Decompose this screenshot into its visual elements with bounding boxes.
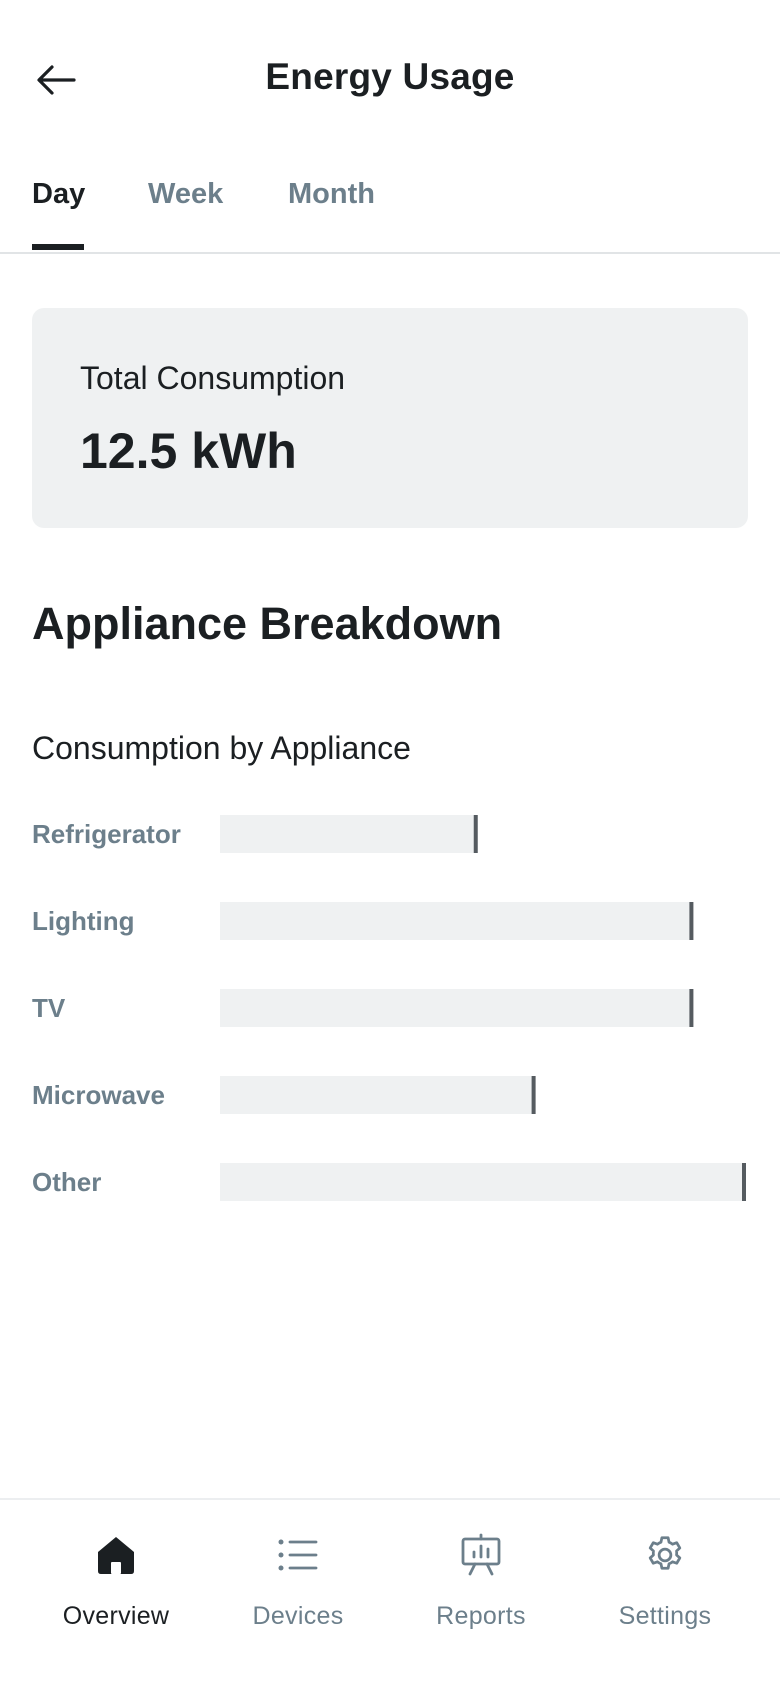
chart-title: Consumption by Appliance (32, 730, 411, 766)
appliance-bar-chart: Refrigerator Lighting TV Microwave Other (32, 815, 746, 1201)
bar-end-marker (742, 1163, 746, 1201)
list-icon (278, 1539, 318, 1571)
bar-end-marker (689, 989, 694, 1027)
nav-reports-label: Reports (436, 1602, 526, 1630)
bar-end-marker (473, 815, 478, 853)
nav-reports[interactable]: Reports (401, 1530, 561, 1631)
total-consumption-label: Total Consumption (80, 360, 346, 396)
home-icon (98, 1537, 134, 1574)
tab-month[interactable]: Month (288, 178, 375, 211)
tab-week[interactable]: Week (148, 178, 223, 211)
bottom-nav: Overview Devices Reports Settings (0, 1498, 780, 1690)
bar-label: TV (32, 993, 66, 1023)
bar-end-marker (689, 902, 694, 940)
bar (220, 1163, 746, 1201)
page-title: Energy Usage (265, 56, 515, 97)
total-consumption-value: 12.5 kWh (80, 423, 297, 479)
period-tabs: Day Week Month (0, 160, 780, 254)
nav-settings-label: Settings (618, 1602, 712, 1630)
active-tab-indicator (32, 244, 84, 250)
presentation-chart-icon (461, 1533, 501, 1576)
bar (220, 815, 478, 853)
nav-settings[interactable]: Settings (585, 1530, 745, 1631)
bar-end-marker (531, 1076, 536, 1114)
nav-overview-label: Overview (62, 1602, 170, 1630)
app-header: Energy Usage (0, 0, 780, 160)
total-consumption-card: Total Consumption 12.5 kWh (32, 308, 748, 528)
bar-label: Microwave (32, 1080, 165, 1110)
nav-overview[interactable]: Overview (36, 1530, 196, 1631)
nav-devices-label: Devices (252, 1602, 344, 1630)
bar-label: Refrigerator (32, 819, 181, 849)
gear-icon (648, 1536, 682, 1570)
section-title: Appliance Breakdown (32, 598, 503, 649)
bar-label: Other (32, 1167, 101, 1197)
nav-devices[interactable]: Devices (218, 1530, 378, 1631)
bar-label: Lighting (32, 906, 135, 936)
bar (220, 989, 694, 1027)
bar (220, 902, 694, 940)
bar (220, 1076, 536, 1114)
tab-day[interactable]: Day (32, 178, 85, 211)
